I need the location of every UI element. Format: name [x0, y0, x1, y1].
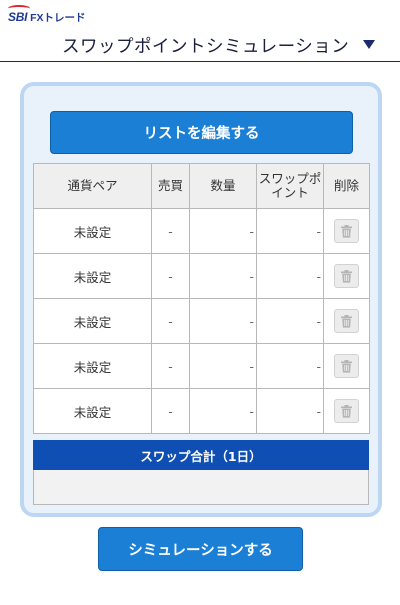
- cell-swap-point: -: [256, 343, 324, 389]
- cell-swap-point: -: [256, 298, 324, 344]
- cell-currency-pair: 未設定: [33, 298, 152, 344]
- position-table: 通貨ペア 売買 数量 スワップポイント 削除 未設定 - - - 未設定 - - - 未設定 - -…: [33, 163, 370, 434]
- column-header-delete: 削除: [323, 163, 370, 209]
- trash-icon[interactable]: [334, 354, 359, 378]
- cell-side: -: [151, 388, 190, 434]
- trash-icon[interactable]: [334, 264, 359, 288]
- page-title: スワップポイントシミュレーション: [62, 37, 350, 57]
- trash-icon[interactable]: [334, 399, 359, 423]
- cell-quantity: -: [189, 388, 257, 434]
- cell-currency-pair: 未設定: [33, 208, 152, 254]
- cell-delete: [323, 343, 370, 389]
- cell-swap-point: -: [256, 253, 324, 299]
- cell-side: -: [151, 298, 190, 344]
- cell-currency-pair: 未設定: [33, 388, 152, 434]
- table-header-row: 通貨ペア 売買 数量 スワップポイント 削除: [33, 163, 370, 209]
- cell-delete: [323, 388, 370, 434]
- cell-quantity: -: [189, 298, 257, 344]
- cell-currency-pair: 未設定: [33, 343, 152, 389]
- trash-icon[interactable]: [334, 219, 359, 243]
- simulate-button[interactable]: シミュレーションする: [98, 527, 303, 571]
- table-row: 未設定 - - -: [33, 343, 370, 389]
- column-header-swap-point: スワップポイント: [256, 163, 324, 209]
- cell-swap-point: -: [256, 388, 324, 434]
- table-row: 未設定 - - -: [33, 298, 370, 344]
- cell-side: -: [151, 208, 190, 254]
- app-header: SBI FXトレード スワップポイントシミュレーション: [0, 0, 400, 62]
- logo-sbi-text: SBI: [8, 5, 31, 24]
- column-header-currency-pair: 通貨ペア: [33, 163, 152, 209]
- cell-delete: [323, 298, 370, 344]
- column-header-quantity: 数量: [189, 163, 257, 209]
- cell-quantity: -: [189, 343, 257, 389]
- column-header-side: 売買: [151, 163, 190, 209]
- table-row: 未設定 - - -: [33, 208, 370, 254]
- logo-fx-text: FXトレード: [30, 11, 86, 24]
- cell-quantity: -: [189, 208, 257, 254]
- table-row: 未設定 - - -: [33, 388, 370, 434]
- cell-delete: [323, 253, 370, 299]
- trash-icon[interactable]: [334, 309, 359, 333]
- cell-side: -: [151, 253, 190, 299]
- cell-delete: [323, 208, 370, 254]
- table-row: 未設定 - - -: [33, 253, 370, 299]
- cell-currency-pair: 未設定: [33, 253, 152, 299]
- cell-swap-point: -: [256, 208, 324, 254]
- triangle-down-icon[interactable]: [362, 39, 376, 51]
- table-body: 未設定 - - - 未設定 - - - 未設定 - - - 未設定 - - - 未設定 - - -: [33, 208, 370, 434]
- sbi-fx-logo: SBI FXトレード: [8, 5, 86, 25]
- swap-total-value: [33, 470, 369, 505]
- cell-quantity: -: [189, 253, 257, 299]
- edit-list-button[interactable]: リストを編集する: [50, 111, 353, 154]
- swap-total-header: スワップ合計（1日）: [33, 440, 369, 470]
- cell-side: -: [151, 343, 190, 389]
